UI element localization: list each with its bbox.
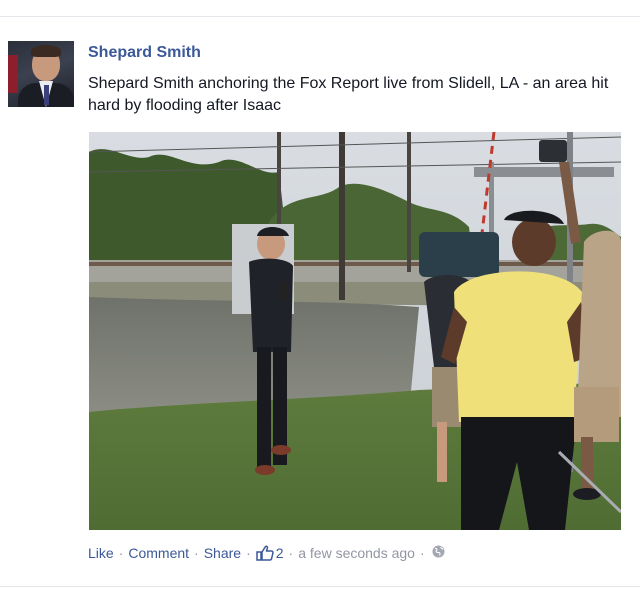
post-actions-bar: Like · Comment · Share · 2 · a few secon… xyxy=(88,545,445,561)
post-message: Shepard Smith anchoring the Fox Report l… xyxy=(88,75,609,114)
comment-link[interactable]: Comment xyxy=(128,545,189,561)
like-count-link[interactable]: 2 xyxy=(256,545,284,561)
globe-icon[interactable] xyxy=(432,545,445,561)
separator: · xyxy=(118,545,124,561)
like-count: 2 xyxy=(275,545,284,561)
thumbs-up-icon xyxy=(256,545,274,561)
separator: · xyxy=(246,545,251,561)
share-link[interactable]: Share xyxy=(204,545,241,561)
separator: · xyxy=(288,545,294,561)
author-avatar[interactable] xyxy=(8,41,74,107)
like-link[interactable]: Like xyxy=(88,545,114,561)
author-name-link[interactable]: Shepard Smith xyxy=(88,44,201,62)
top-divider xyxy=(0,16,640,17)
separator: · xyxy=(194,545,199,561)
post-timestamp[interactable]: a few seconds ago xyxy=(298,545,415,561)
separator: · xyxy=(419,545,425,561)
post-photo[interactable] xyxy=(89,132,621,530)
bottom-divider xyxy=(0,586,640,587)
